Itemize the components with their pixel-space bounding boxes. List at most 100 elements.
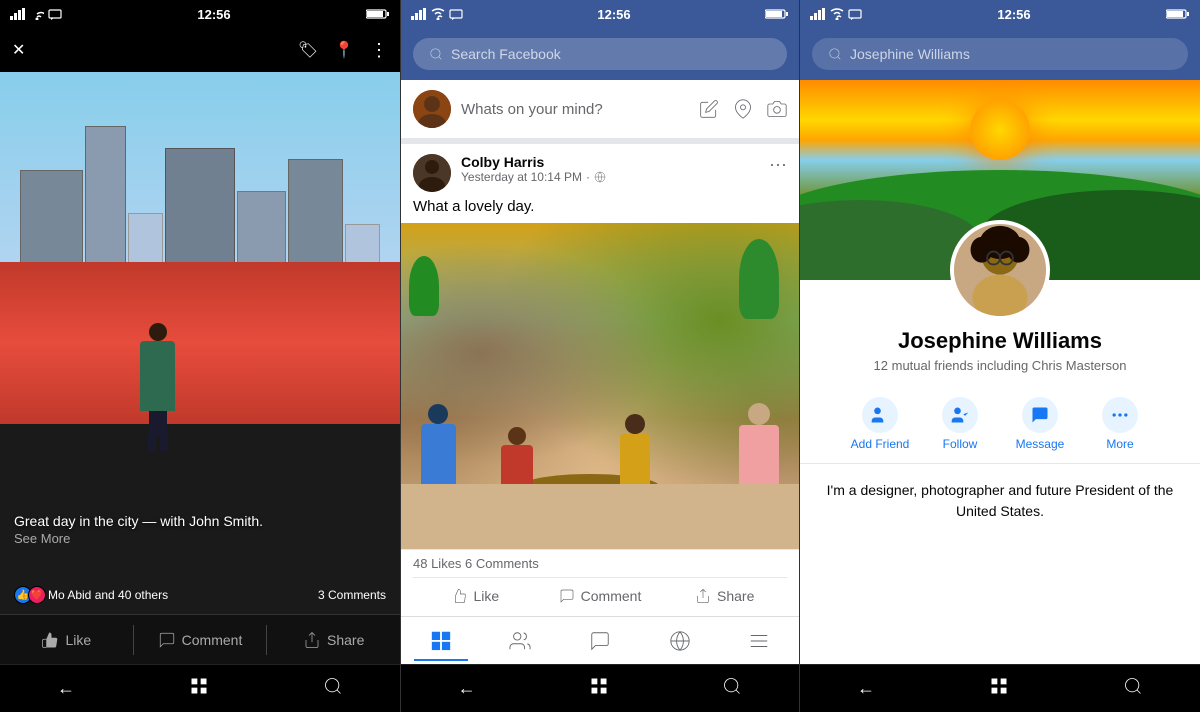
photo-caption: Great day in the city — with John Smith.… — [0, 505, 400, 554]
wifi-icon-3 — [830, 8, 844, 20]
post-comment-button[interactable]: Comment — [538, 582, 663, 610]
post-share-button[interactable]: Share — [662, 582, 787, 610]
post-comment-icon — [559, 588, 575, 604]
bottom-nav-2: ← — [401, 664, 799, 712]
location-icon[interactable]: 📍 — [334, 40, 354, 60]
close-button[interactable]: ✕ — [12, 40, 25, 60]
comment-button[interactable]: Comment — [134, 623, 267, 657]
message-button[interactable]: Message — [1005, 397, 1075, 451]
cover-photo — [800, 80, 1200, 280]
back-button-3[interactable]: ← — [857, 678, 875, 699]
post-like-icon — [451, 588, 467, 604]
profile-bio: I'm a designer, photographer and future … — [800, 464, 1200, 538]
status-icons-left-3 — [810, 8, 862, 20]
profile-avatar-img — [954, 220, 1046, 320]
reactions-names: Mo Abid and 40 others — [48, 588, 168, 602]
back-button-2[interactable]: ← — [458, 678, 476, 699]
tag-icon[interactable]: 🏷 — [298, 40, 318, 60]
see-more-link[interactable]: See More — [14, 531, 386, 546]
search-button-2[interactable] — [722, 676, 742, 701]
search-icon-2 — [429, 47, 443, 61]
tab-nav-2 — [401, 616, 799, 664]
like-icon — [41, 631, 59, 649]
user-avatar-composer — [413, 90, 451, 128]
post-comment-label: Comment — [581, 588, 642, 604]
news-post: Colby Harris Yesterday at 10:14 PM · ···… — [401, 144, 799, 616]
message-icon-2 — [449, 8, 463, 20]
home-button-2[interactable] — [589, 676, 609, 701]
post-image — [401, 223, 799, 549]
post-author-name[interactable]: Colby Harris — [461, 154, 759, 170]
post-meta: Yesterday at 10:14 PM · — [461, 170, 759, 184]
camera-icon[interactable] — [767, 99, 787, 119]
post-author-avatar[interactable] — [413, 154, 451, 192]
status-icons-right-1 — [366, 8, 390, 20]
add-friend-button[interactable]: Add Friend — [845, 397, 915, 451]
search-button-1[interactable] — [323, 676, 343, 701]
profile-header: Josephine Williams — [800, 28, 1200, 80]
bottom-nav-3: ← — [800, 664, 1200, 712]
menu-icon — [748, 630, 770, 652]
tab-messenger[interactable] — [573, 622, 627, 660]
location-composer-icon[interactable] — [733, 99, 753, 119]
search-icon-3 — [828, 47, 842, 61]
friends-icon — [509, 630, 531, 652]
search-button-3[interactable] — [1123, 676, 1143, 701]
follow-icon — [942, 397, 978, 433]
post-like-label: Like — [473, 588, 499, 604]
home-button-3[interactable] — [989, 676, 1009, 701]
more-options-icon[interactable]: ⋮ — [370, 40, 388, 61]
statusbar-2: 12:56 — [401, 0, 799, 28]
profile-avatar-container — [950, 220, 1050, 320]
search-placeholder: Search Facebook — [451, 46, 561, 62]
profile-avatar[interactable] — [950, 220, 1050, 320]
more-label: More — [1106, 437, 1133, 451]
windows-icon-3 — [989, 676, 1009, 696]
add-friend-label: Add Friend — [851, 437, 910, 451]
tab-friends[interactable] — [493, 622, 547, 660]
party-photo-bg — [401, 223, 799, 549]
photo-view-panel: 12:56 ✕ 🏷 📍 ⋮ — [0, 0, 400, 712]
share-button[interactable]: Share — [267, 623, 400, 657]
profile-mutual-friends: 12 mutual friends including Chris Master… — [816, 358, 1184, 373]
tab-notifications[interactable] — [653, 622, 707, 660]
signal-icon — [10, 8, 26, 20]
search-bar[interactable]: Search Facebook — [413, 38, 787, 70]
more-profile-button[interactable]: More — [1085, 397, 1155, 451]
tab-feed[interactable] — [414, 621, 468, 661]
windows-icon-2 — [589, 676, 609, 696]
profile-panel: 12:56 Josephine Williams — [800, 0, 1200, 712]
composer-input[interactable]: Whats on your mind? — [461, 101, 689, 118]
add-friend-icon — [862, 397, 898, 433]
home-button-1[interactable] — [189, 676, 209, 701]
feed-icon — [430, 629, 452, 651]
profile-actions: Add Friend Follow Message More — [800, 385, 1200, 464]
profile-search-bar[interactable]: Josephine Williams — [812, 38, 1188, 70]
post-stats: 48 Likes 6 Comments — [413, 556, 787, 577]
share-icon — [303, 631, 321, 649]
feed-header: Search Facebook — [401, 28, 799, 80]
post-author-avatar-img — [413, 154, 451, 192]
wifi-icon-2 — [431, 8, 445, 20]
post-footer: 48 Likes 6 Comments Like Comment — [401, 549, 799, 616]
tab-menu[interactable] — [732, 622, 786, 660]
globe-icon — [669, 630, 691, 652]
reaction-icons: 👍 ❤️ — [14, 586, 42, 604]
compose-icon[interactable] — [699, 99, 719, 119]
like-label: Like — [65, 632, 91, 648]
status-icons-left-2 — [411, 8, 463, 20]
search-icon-nav-2 — [722, 676, 742, 696]
battery-icon-2 — [765, 8, 789, 20]
statusbar-1: 12:56 — [0, 0, 400, 28]
status-icons-right-3 — [1166, 8, 1190, 20]
follow-button[interactable]: Follow — [925, 397, 995, 451]
battery-icon-1 — [366, 8, 390, 20]
message-icon-3 — [848, 8, 862, 20]
back-button-1[interactable]: ← — [57, 678, 75, 699]
like-button[interactable]: Like — [0, 623, 133, 657]
post-like-button[interactable]: Like — [413, 582, 538, 610]
composer-icons — [699, 99, 787, 119]
post-more-button[interactable]: ··· — [769, 154, 787, 175]
comment-label: Comment — [182, 632, 243, 648]
signal-icon-2 — [411, 8, 427, 20]
